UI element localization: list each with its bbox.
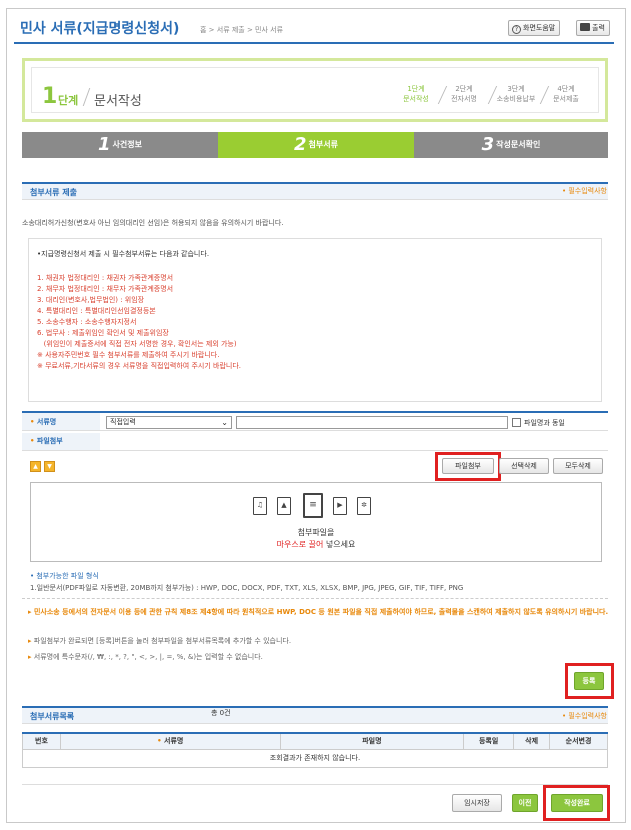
tab-bar: 1 사건정보 2 첨부서류 3 작성문서확인 xyxy=(22,132,608,158)
notice-item: 3. 대리인(변호사,법무법인) : 위임장 xyxy=(37,296,145,304)
step-progress: 1단계 문서작성 2단계 전자서명 3단계 소송비용납부 4단계 문서제출 xyxy=(390,84,590,108)
list-section-header: 첨부서류목록 xyxy=(22,706,608,724)
col-delete: 삭제 xyxy=(513,732,551,750)
file-types-line: 1.일반문서(PDF파일로 자동변환, 20MB까지 첨부가능) : HWP, … xyxy=(30,584,464,592)
attachment-table: 번호 • 서류명 파일명 등록일 삭제 순서변경 조회결과가 존재하지 않습니다… xyxy=(22,732,608,768)
print-button[interactable]: 출력 xyxy=(576,20,610,36)
highlight-attach-button xyxy=(435,452,501,481)
step-separator xyxy=(82,88,91,106)
temp-save-button[interactable]: 임시저장 xyxy=(452,794,502,812)
guidance-bold: ▸ 민사소송 등에서의 전자문서 이용 등에 관한 규칙 제8조 제4항에 따라… xyxy=(28,608,609,616)
col-number: 번호 xyxy=(22,732,61,750)
guidance-line2: ▸ 파일첨부가 완료되면 [등록]버튼을 눌러 첨부파일을 첨부서류목록에 추가… xyxy=(28,637,292,645)
help-icon: ? xyxy=(512,25,521,34)
table-row: 조회결과가 존재하지 않습니다. xyxy=(22,748,608,768)
same-as-filename-label: 파일명과 동일 xyxy=(524,419,565,427)
notice-item: 6. 법무사 : 제출위임인 확인서 및 제출위임장 xyxy=(37,329,169,337)
list-required-note: • 필수입력사항 xyxy=(562,712,607,720)
current-step-number: 1 xyxy=(42,84,58,109)
attach-section-title: 첨부서류 제출 xyxy=(30,188,77,197)
col-order: 순서변경 xyxy=(549,732,608,750)
chevron-down-icon: ⌄ xyxy=(221,418,228,427)
file-drop-zone[interactable]: ♫ ▲ ≡ ▶ ✲ 첨부파일을 마우스로 끌어 넣으세요 xyxy=(30,482,602,562)
tab-case-info[interactable]: 1 사건정보 xyxy=(22,132,218,158)
step-indicator: 1 단계 문서작성 1단계 문서작성 2단계 전자서명 3단계 소송비용납부 4단계 문… xyxy=(22,58,608,122)
table-header-row: 번호 • 서류명 파일명 등록일 삭제 순서변경 xyxy=(22,732,608,750)
prev-button[interactable]: 이전 xyxy=(512,794,538,812)
notice-item: ※ 무료서류,기타서류의 경우 서류명을 직접입력하여 주시기 바랍니다. xyxy=(37,362,241,370)
page-title: 민사 서류(지급명령신청서) xyxy=(20,21,180,37)
col-file-name: 파일명 xyxy=(279,732,465,750)
delete-selected-button[interactable]: 선택삭제 xyxy=(499,458,549,474)
audio-file-icon: ♫ xyxy=(253,497,267,515)
tab-attachments[interactable]: 2 첨부서류 xyxy=(218,132,414,158)
drop-text-line2: 마우스로 끌어 넣으세요 xyxy=(276,540,356,549)
help-button[interactable]: ? 화면도움말 xyxy=(508,20,561,36)
current-step-name: 문서작성 xyxy=(94,94,142,109)
col-date: 등록일 xyxy=(463,732,515,750)
warning-text: 소송대리허가신청(변호사 아닌 임의대리인 선임)은 허용되지 않음을 유의하시… xyxy=(22,219,284,227)
file-types-head: • 첨부가능한 파일 형식 xyxy=(30,572,99,580)
image-file-icon: ▲ xyxy=(277,497,291,515)
video-file-icon: ▶ xyxy=(333,497,347,515)
move-up-button[interactable]: ▲ xyxy=(30,461,41,472)
highlight-register-button xyxy=(565,663,614,699)
notice-item: 2. 채무자 법정대리인 : 채무자 가족관계증명서 xyxy=(37,285,174,293)
notice-item: ※ 사용자주민번호 필수 첨부서류를 제출하여 주시기 바랍니다. xyxy=(37,351,220,359)
settings-file-icon: ✲ xyxy=(357,497,371,515)
attach-section-header: 첨부서류 제출 xyxy=(22,182,608,200)
notice-list: 1. 채권자 법정대리인 : 채권자 가족관계증명서 2. 채무자 법정대리인 … xyxy=(37,273,593,372)
doc-name-row: • 서류명 직접입력 ⌄ 파일명과 동일 xyxy=(22,411,608,431)
breadcrumb: 홈 > 서류 제출 > 민사 서류 xyxy=(200,26,284,34)
required-note: • 필수입력사항 xyxy=(562,187,607,195)
guidance-line3: ▸ 서류명에 특수문자(/, ₩, :, *, ?, ", <, >, |, =… xyxy=(28,653,263,661)
move-down-button[interactable]: ▼ xyxy=(44,461,55,472)
file-attach-label: • 파일첨부 xyxy=(22,433,100,450)
doc-name-input[interactable] xyxy=(236,416,508,429)
mini-step-3: 3단계 소송비용납부 xyxy=(496,85,536,103)
notice-box: •지급명령신청서 제출 시 필수첨부서류는 다음과 같습니다. 1. 채권자 법… xyxy=(28,238,602,402)
tab-review[interactable]: 3 작성문서확인 xyxy=(414,132,608,158)
notice-item: (위임인이 제출증서에 직접 전자 서명한 경우, 확인서는 제외 가능) xyxy=(37,340,237,348)
empty-message: 조회결과가 존재하지 않습니다. xyxy=(22,748,608,768)
notice-item: 4. 특별대리인 : 특별대리인선임결정등본 xyxy=(37,307,156,315)
document-file-icon: ≡ xyxy=(303,493,323,518)
notice-item: 1. 채권자 법정대리인 : 채권자 가족관계증명서 xyxy=(37,274,174,282)
list-section-title: 첨부서류목록 xyxy=(30,712,75,721)
doc-type-select[interactable]: 직접입력 ⌄ xyxy=(106,416,232,429)
notice-item: 5. 소송수행자 : 소송수행자지정서 xyxy=(37,318,137,326)
total-count: 총 0건 xyxy=(211,709,231,717)
mini-step-1: 1단계 문서작성 xyxy=(403,85,429,103)
delete-all-button[interactable]: 모두삭제 xyxy=(553,458,603,474)
printer-icon xyxy=(580,23,590,31)
mini-step-2: 2단계 전자서명 xyxy=(451,85,477,103)
file-attach-row: • 파일첨부 xyxy=(22,433,608,451)
mini-step-4: 4단계 문서제출 xyxy=(553,85,579,103)
current-step-word: 단계 xyxy=(58,94,79,107)
col-doc-name: • 서류명 xyxy=(59,732,281,750)
highlight-complete-button xyxy=(543,785,610,821)
same-as-filename-checkbox[interactable] xyxy=(512,418,521,427)
notice-head: •지급명령신청서 제출 시 필수첨부서류는 다음과 같습니다. xyxy=(37,250,210,258)
drop-text-line1: 첨부파일을 xyxy=(297,528,335,537)
doc-name-label: • 서류명 xyxy=(22,413,100,430)
page-header: 민사 서류(지급명령신청서) 홈 > 서류 제출 > 민사 서류 ? 화면도움말 … xyxy=(14,16,614,44)
